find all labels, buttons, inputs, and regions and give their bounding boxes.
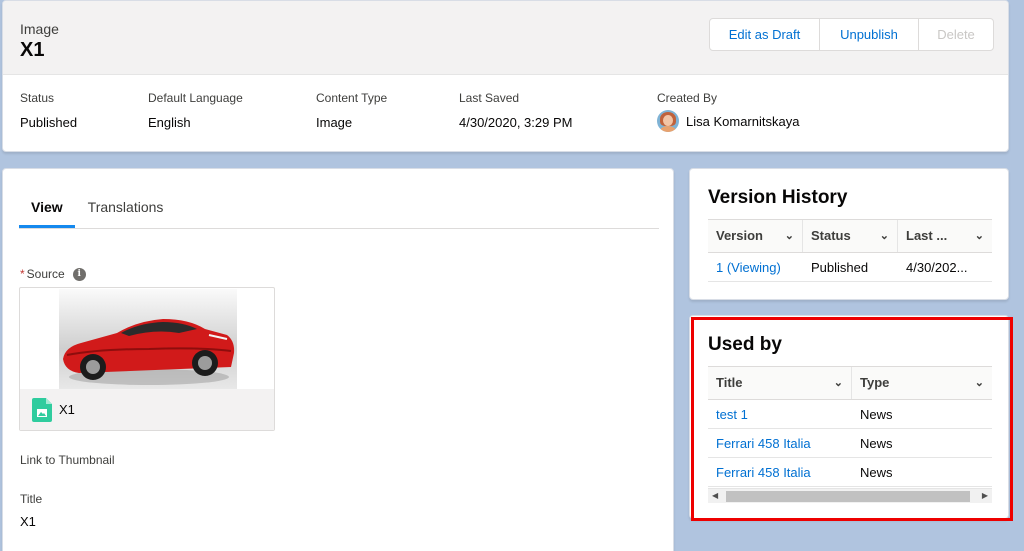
column-label: Status bbox=[811, 228, 851, 243]
image-file-name: X1 bbox=[59, 402, 75, 417]
column-header-type[interactable]: Type ⌄ bbox=[852, 367, 992, 399]
default-language-value: English bbox=[148, 115, 191, 130]
chevron-down-icon[interactable]: ⌄ bbox=[880, 220, 889, 252]
tab-view[interactable]: View bbox=[19, 187, 75, 228]
used-by-type: News bbox=[860, 407, 893, 422]
status-label: Status bbox=[20, 91, 55, 105]
used-by-type: News bbox=[860, 436, 893, 451]
last-saved-value: 4/30/2020, 3:29 PM bbox=[459, 115, 573, 130]
table-row: Ferrari 458 Italia News bbox=[708, 458, 992, 487]
last-saved-field: Last Saved 4/30/2020, 3:29 PM bbox=[459, 91, 572, 130]
content-type-label: Content Type bbox=[316, 91, 388, 105]
chevron-down-icon[interactable]: ⌄ bbox=[834, 367, 843, 399]
version-status: Published bbox=[811, 260, 869, 275]
used-by-table: Title ⌄ Type ⌄ test 1 News Ferrari 458 I… bbox=[708, 366, 992, 487]
image-file-icon bbox=[32, 397, 52, 422]
tab-translations[interactable]: Translations bbox=[76, 187, 176, 228]
column-header-last-saved[interactable]: Last ... ⌄ bbox=[898, 220, 992, 252]
column-header-title[interactable]: Title ⌄ bbox=[708, 367, 852, 399]
record-title: X1 bbox=[20, 39, 45, 61]
tab-bar: View Translations bbox=[19, 187, 659, 229]
object-type-label: Image bbox=[20, 21, 59, 37]
last-saved-label: Last Saved bbox=[459, 91, 520, 105]
used-by-card: Used by Title ⌄ Type ⌄ test 1 News Ferra… bbox=[689, 315, 1009, 519]
table-header: Title ⌄ Type ⌄ bbox=[708, 366, 992, 400]
delete-button-disabled: Delete bbox=[937, 27, 975, 42]
title-value: X1 bbox=[20, 514, 36, 529]
unpublish-button[interactable]: Unpublish bbox=[820, 19, 919, 50]
created-by-name[interactable]: Lisa Komarnitskaya bbox=[686, 114, 799, 129]
created-by-field: Created By Lisa Komarnitskaya bbox=[657, 91, 799, 132]
avatar[interactable] bbox=[657, 110, 679, 132]
version-link[interactable]: 1 (Viewing) bbox=[708, 253, 803, 281]
table-row: Ferrari 458 Italia News bbox=[708, 429, 992, 458]
created-by-label: Created By bbox=[657, 91, 718, 105]
header-button-group: Edit as Draft Unpublish Delete bbox=[709, 18, 994, 51]
table-row: 1 (Viewing) Published 4/30/202... bbox=[708, 253, 992, 282]
version-last-saved: 4/30/202... bbox=[906, 260, 968, 275]
version-history-table: Version ⌄ Status ⌄ Last ... ⌄ 1 (Viewing… bbox=[708, 219, 992, 282]
content-detail-card: View Translations * Source i X1 Link to … bbox=[2, 168, 674, 551]
scroll-left-arrow-icon[interactable]: ◀ bbox=[712, 491, 718, 500]
column-label: Last ... bbox=[906, 228, 948, 243]
column-header-version[interactable]: Version ⌄ bbox=[708, 220, 803, 252]
content-type-value: Image bbox=[316, 115, 353, 130]
status-value: Published bbox=[20, 115, 78, 130]
chevron-down-icon[interactable]: ⌄ bbox=[785, 220, 794, 252]
used-by-title-link[interactable]: Ferrari 458 Italia bbox=[708, 458, 852, 486]
title-label: Title bbox=[20, 492, 43, 506]
edit-as-draft-button[interactable]: Edit as Draft bbox=[710, 19, 820, 50]
source-field-label: * Source i bbox=[20, 267, 86, 281]
car-image-thumbnail bbox=[59, 289, 237, 389]
chevron-down-icon[interactable]: ⌄ bbox=[975, 220, 984, 252]
default-language-label: Default Language bbox=[148, 91, 243, 105]
created-by-user: Lisa Komarnitskaya bbox=[657, 110, 799, 132]
column-label: Version bbox=[716, 228, 763, 243]
table-header: Version ⌄ Status ⌄ Last ... ⌄ bbox=[708, 219, 992, 253]
content-type-field: Content Type Image bbox=[316, 91, 387, 130]
highlights-panel: Status Published Default Language Englis… bbox=[3, 75, 1008, 151]
column-label: Title bbox=[716, 375, 743, 390]
image-file-footer: X1 bbox=[20, 389, 274, 430]
used-by-title-link[interactable]: Ferrari 458 Italia bbox=[708, 429, 852, 457]
status-field: Status Published bbox=[20, 91, 77, 130]
used-by-title-link[interactable]: test 1 bbox=[708, 400, 852, 428]
required-mark: * bbox=[20, 267, 25, 281]
chevron-down-icon[interactable]: ⌄ bbox=[975, 367, 984, 399]
horizontal-scrollbar[interactable]: ◀ ▶ bbox=[708, 488, 992, 503]
header-top: Image X1 Edit as Draft Unpublish Delete bbox=[3, 1, 1008, 75]
source-label: Source bbox=[26, 267, 65, 281]
column-label: Type bbox=[860, 375, 890, 390]
scrollbar-thumb[interactable] bbox=[726, 491, 970, 502]
link-to-thumbnail-label: Link to Thumbnail bbox=[20, 453, 115, 467]
version-history-title: Version History bbox=[708, 187, 848, 208]
table-row: test 1 News bbox=[708, 400, 992, 429]
default-language-field: Default Language English bbox=[148, 91, 243, 130]
column-header-status[interactable]: Status ⌄ bbox=[803, 220, 898, 252]
info-icon[interactable]: i bbox=[72, 267, 86, 281]
scroll-right-arrow-icon[interactable]: ▶ bbox=[982, 491, 988, 500]
source-image-card[interactable]: X1 bbox=[19, 287, 275, 431]
used-by-title: Used by bbox=[708, 334, 782, 355]
used-by-type: News bbox=[860, 465, 893, 480]
record-header: Image X1 Edit as Draft Unpublish Delete … bbox=[2, 0, 1009, 152]
version-history-card: Version History Version ⌄ Status ⌄ Last … bbox=[689, 168, 1009, 300]
